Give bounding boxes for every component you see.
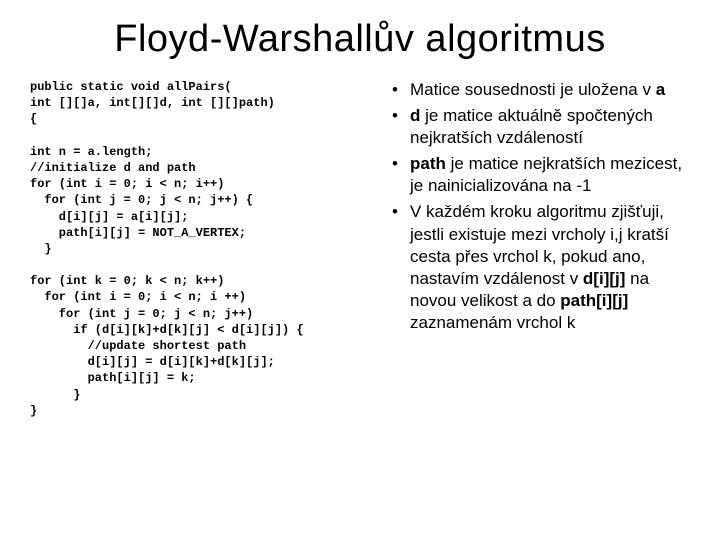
bullet-item: d je matice aktuálně spočtených nejkratš… bbox=[390, 105, 690, 149]
bullet-text: zaznamenám vrchol k bbox=[410, 313, 575, 332]
bullet-text: je matice nejkratších mezicest, je naini… bbox=[410, 154, 682, 195]
bullet-bold: path bbox=[410, 154, 446, 173]
slide-body: public static void allPairs( int [][]a, … bbox=[30, 79, 690, 520]
bullet-bold: path[i][j] bbox=[560, 291, 628, 310]
bullet-list: Matice sousednosti je uložena v a d je m… bbox=[390, 79, 690, 334]
slide: Floyd-Warshallův algoritmus public stati… bbox=[0, 0, 720, 540]
bullet-bold: a bbox=[656, 80, 665, 99]
bullet-bold: d bbox=[410, 106, 420, 125]
code-block: public static void allPairs( int [][]a, … bbox=[30, 79, 370, 520]
bullet-item: Matice sousednosti je uložena v a bbox=[390, 79, 690, 101]
bullet-bold: d[i][j] bbox=[583, 269, 625, 288]
bullet-text: Matice sousednosti je uložena v bbox=[410, 80, 656, 99]
bullet-text: je matice aktuálně spočtených nejkratšíc… bbox=[410, 106, 653, 147]
text-column: Matice sousednosti je uložena v a d je m… bbox=[390, 79, 690, 520]
slide-title: Floyd-Warshallův algoritmus bbox=[30, 18, 690, 61]
bullet-item: path je matice nejkratších mezicest, je … bbox=[390, 153, 690, 197]
bullet-item: V každém kroku algoritmu zjišťuji, jestl… bbox=[390, 201, 690, 334]
